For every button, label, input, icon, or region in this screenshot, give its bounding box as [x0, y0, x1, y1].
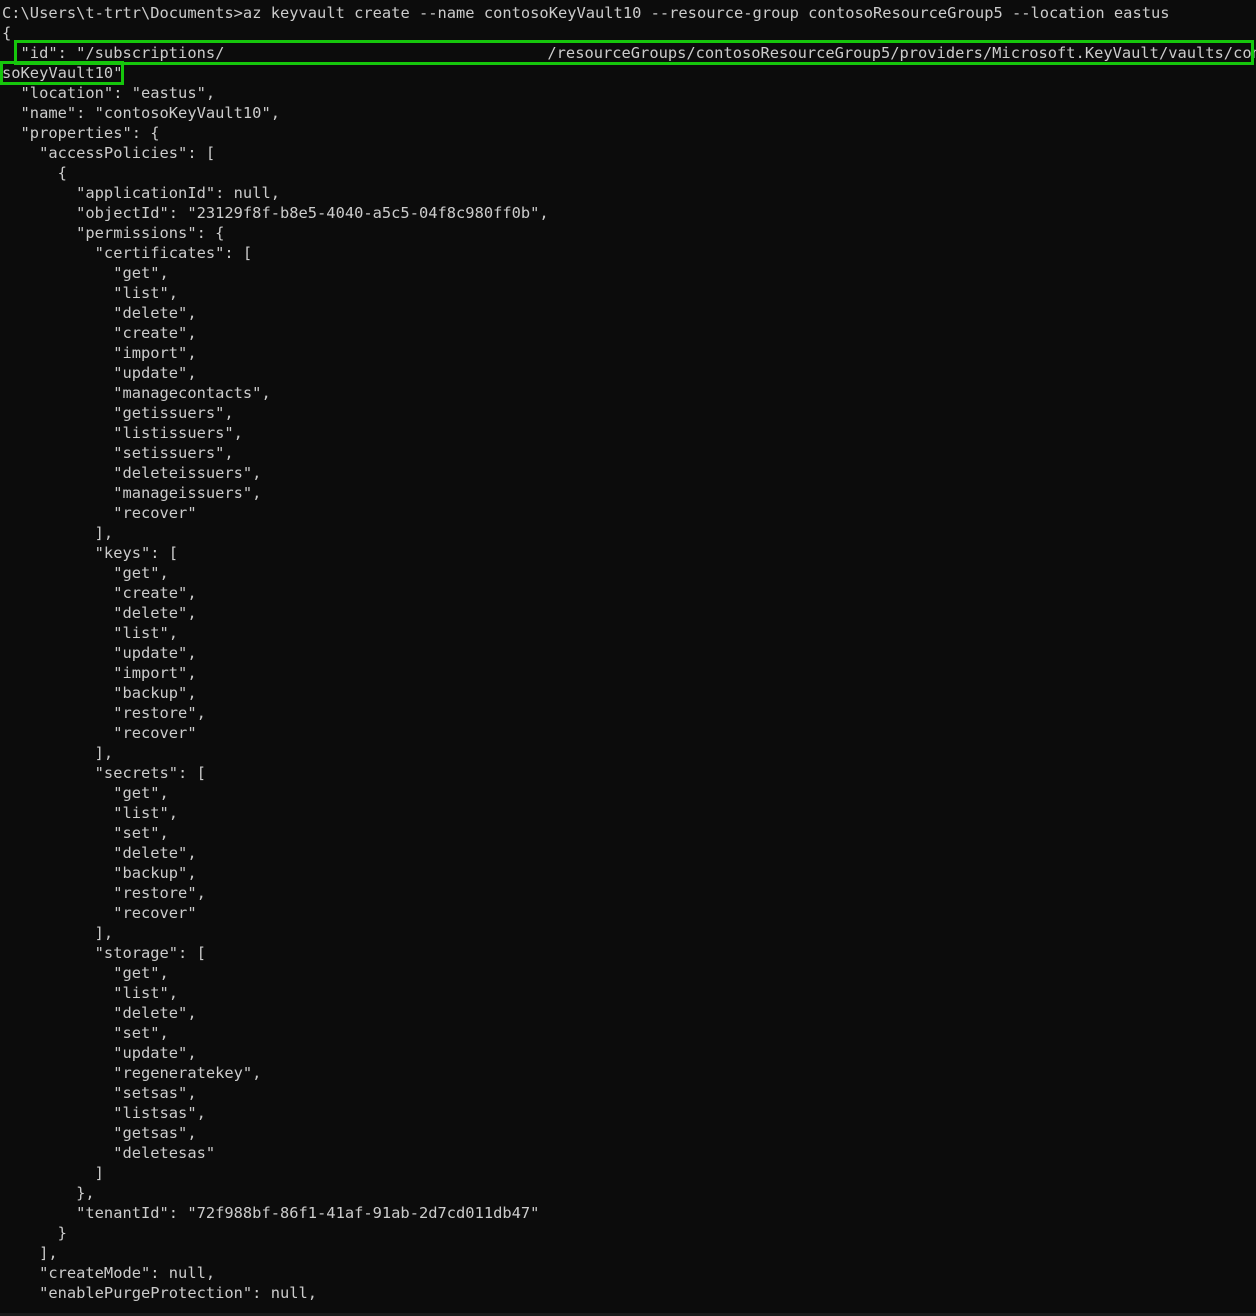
- output-line: "delete",: [2, 604, 197, 622]
- output-line: "setsas",: [2, 1084, 197, 1102]
- output-line: "list",: [2, 284, 179, 302]
- output-line: "name": "contosoKeyVault10",: [2, 104, 280, 122]
- output-line: "enablePurgeProtection": null,: [2, 1284, 318, 1302]
- output-line: "listissuers",: [2, 424, 243, 442]
- output-line: "import",: [2, 344, 197, 362]
- output-line: {: [2, 24, 12, 42]
- output-line: "tenantId": "72f988bf-86f1-41af-91ab-2d7…: [2, 1204, 540, 1222]
- output-line: "import",: [2, 664, 197, 682]
- output-line: "list",: [2, 804, 179, 822]
- output-line: "get",: [2, 784, 169, 802]
- output-line: "listsas",: [2, 1104, 206, 1122]
- output-line: "list",: [2, 984, 179, 1002]
- output-line: "recover": [2, 724, 197, 742]
- output-line: "keys": [: [2, 544, 179, 562]
- prompt: C:\Users\t-trtr\Documents>: [2, 4, 243, 22]
- output-line: "recover": [2, 904, 197, 922]
- output-line: ],: [2, 744, 114, 762]
- output-line: "update",: [2, 364, 197, 382]
- output-line: "managecontacts",: [2, 384, 271, 402]
- output-line: "regeneratekey",: [2, 1064, 262, 1082]
- output-line: "recover": [2, 504, 197, 522]
- id-line: "id": "/subscriptions/ /resourceGroups/co…: [2, 43, 1256, 63]
- output-line: {: [2, 164, 67, 182]
- output-line: "certificates": [: [2, 244, 253, 262]
- output-line: "list",: [2, 624, 179, 642]
- output-line: "secrets": [: [2, 764, 206, 782]
- output-line: ],: [2, 1244, 58, 1262]
- id-path: /resourceGroups/contosoResourceGroup5/pr…: [547, 44, 1256, 62]
- json-output: "location": "eastus", "name": "contosoKe…: [2, 83, 1256, 1303]
- output-line: "applicationId": null,: [2, 184, 280, 202]
- output-line: "getsas",: [2, 1124, 197, 1142]
- output-line: "createMode": null,: [2, 1264, 216, 1282]
- output-line: "accessPolicies": [: [2, 144, 216, 162]
- output-line: "backup",: [2, 684, 197, 702]
- output-line: "restore",: [2, 704, 206, 722]
- output-line: "objectId": "23129f8f-b8e5-4040-a5c5-04f…: [2, 204, 549, 222]
- output-line: "get",: [2, 564, 169, 582]
- output-line: "storage": [: [2, 944, 206, 962]
- output-line: "update",: [2, 1044, 197, 1062]
- command-line: C:\Users\t-trtr\Documents>az keyvault cr…: [2, 3, 1256, 23]
- terminal-output: C:\Users\t-trtr\Documents>az keyvault cr…: [2, 3, 1256, 1303]
- id-wrap-line: soKeyVault10": [2, 64, 123, 82]
- output-line: "permissions": {: [2, 224, 225, 242]
- output-line: "manageissuers",: [2, 484, 262, 502]
- output-line: "getissuers",: [2, 404, 234, 422]
- output-line: "set",: [2, 1024, 169, 1042]
- output-line: "delete",: [2, 844, 197, 862]
- output-line: },: [2, 1184, 95, 1202]
- command-text: az keyvault create --name contosoKeyVaul…: [242, 4, 1170, 22]
- output-line: "setissuers",: [2, 444, 234, 462]
- output-line: "get",: [2, 964, 169, 982]
- output-line: "delete",: [2, 304, 197, 322]
- terminal-window[interactable]: C:\Users\t-trtr\Documents>az keyvault cr…: [0, 0, 1256, 1316]
- output-line: "properties": {: [2, 124, 160, 142]
- output-line: "create",: [2, 324, 197, 342]
- output-line: "deletesas": [2, 1144, 216, 1162]
- output-line: "get",: [2, 264, 169, 282]
- output-line: "backup",: [2, 864, 197, 882]
- output-line: ]: [2, 1164, 104, 1182]
- output-line: "create",: [2, 584, 197, 602]
- output-line: "location": "eastus",: [2, 84, 216, 102]
- output-line: ],: [2, 924, 114, 942]
- output-line: "restore",: [2, 884, 206, 902]
- output-line: "delete",: [2, 1004, 197, 1022]
- output-line: "set",: [2, 824, 169, 842]
- output-line: "deleteissuers",: [2, 464, 262, 482]
- output-line: }: [2, 1224, 67, 1242]
- output-line: "update",: [2, 644, 197, 662]
- output-line: ],: [2, 524, 114, 542]
- id-key: "id": "/subscriptions/: [2, 44, 225, 62]
